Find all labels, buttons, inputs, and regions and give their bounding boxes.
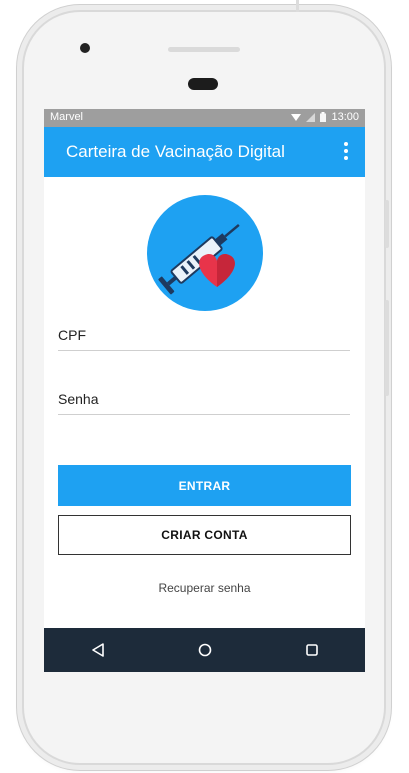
status-time: 13:00 (331, 111, 359, 123)
back-icon[interactable] (78, 630, 118, 670)
recover-password-link[interactable]: Recuperar senha (44, 581, 365, 595)
status-bar: Marvel 13:00 (44, 109, 365, 127)
cpf-label: CPF (58, 327, 86, 343)
cpf-field[interactable]: CPF (58, 317, 350, 351)
status-icons: 13:00 (291, 111, 359, 123)
battery-icon (320, 112, 327, 122)
create-account-button[interactable]: CRIAR CONTA (58, 515, 351, 555)
recents-icon[interactable] (292, 630, 332, 670)
password-label: Senha (58, 391, 99, 407)
phone-screen: Marvel 13:00 Carteira de Vacinação Digit… (44, 109, 365, 672)
earpiece (188, 78, 218, 90)
signal-icon (306, 112, 316, 122)
more-vert-icon[interactable] (341, 142, 351, 162)
carrier-name: Marvel (50, 111, 84, 123)
phone-power-button (385, 200, 389, 248)
front-camera (80, 43, 90, 53)
wifi-icon (291, 113, 302, 121)
app-title: Carteira de Vacinação Digital (66, 142, 285, 161)
phone-top-button (296, 0, 299, 12)
android-nav-bar (44, 628, 365, 672)
phone-volume-button (385, 300, 389, 396)
password-field[interactable]: Senha (58, 381, 350, 415)
home-icon[interactable] (185, 630, 225, 670)
login-button[interactable]: ENTRAR (58, 465, 351, 506)
app-bar: Carteira de Vacinação Digital (44, 127, 365, 177)
syringe-heart-icon (147, 195, 263, 311)
speaker-grille (168, 47, 240, 52)
